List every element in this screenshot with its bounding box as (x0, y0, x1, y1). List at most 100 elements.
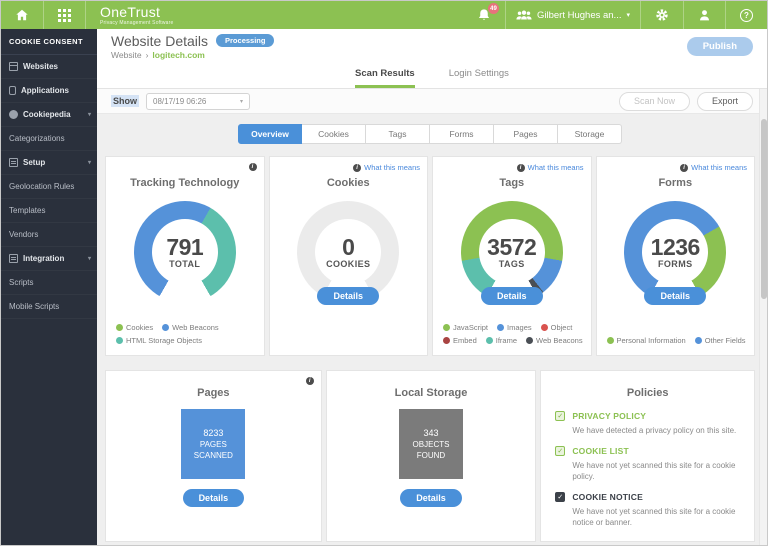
chevron-down-icon: ▾ (626, 11, 630, 19)
legend-dot (443, 337, 450, 344)
sidebar-item-geolocation-rules[interactable]: Geolocation Rules (1, 175, 97, 199)
card-title: Forms (597, 177, 755, 189)
sidebar-item-templates[interactable]: Templates (1, 199, 97, 223)
sidebar-header: COOKIE CONSENT (1, 29, 97, 55)
sidebar-item-websites[interactable]: Websites (1, 55, 97, 79)
policy-label[interactable]: PRIVACY POLICY (572, 411, 646, 421)
sidebar-item-vendors[interactable]: Vendors (1, 223, 97, 247)
sidebar-item-scripts[interactable]: Scripts (1, 271, 97, 295)
user-menu[interactable]: Gilbert Hughes an... ▾ (506, 1, 640, 29)
card-title: Pages (106, 387, 321, 399)
tracking-gauge: 791 TOTAL (134, 201, 236, 303)
page-header: Website Details Processing Website › log… (97, 29, 767, 63)
pages-details-button[interactable]: Details (183, 489, 245, 507)
cookies-details-button[interactable]: Details (317, 287, 379, 305)
legend-item: Images (497, 323, 532, 332)
scan-now-button[interactable]: Scan Now (619, 92, 690, 111)
tab-scan-results[interactable]: Scan Results (355, 63, 415, 88)
info-icon: i (517, 164, 525, 172)
cookies-unit: COOKIES (326, 259, 370, 269)
sidebar-item-mobile-scripts[interactable]: Mobile Scripts (1, 295, 97, 319)
legend-dot (486, 337, 493, 344)
app-grid-button[interactable] (44, 1, 85, 29)
vertical-scrollbar[interactable] (759, 89, 767, 545)
card-policies: Policies ✓PRIVACY POLICYWe have detected… (540, 370, 755, 542)
grid-icon (58, 9, 71, 22)
legend-dot (695, 337, 702, 344)
tags-details-button[interactable]: Details (481, 287, 543, 305)
card-title: Tags (433, 177, 591, 189)
brand-logo[interactable]: OneTrust Privacy Management Software (86, 1, 184, 29)
objects-count: 343 (423, 428, 438, 439)
legend-label: Object (551, 323, 573, 332)
breadcrumb-separator: › (146, 50, 149, 60)
sidebar-item-setup[interactable]: Setup ▾ (1, 151, 97, 175)
websites-icon (9, 62, 18, 71)
legend-label: HTML Storage Objects (126, 336, 202, 345)
forms-unit: FORMS (658, 259, 693, 269)
top-bar: OneTrust Privacy Management Software 49 … (1, 1, 767, 29)
policy-description: We have detected a privacy policy on thi… (572, 425, 740, 437)
help-button[interactable]: ? (726, 1, 767, 29)
scrollbar-thumb[interactable] (761, 119, 767, 299)
sidebar-item-label: Scripts (9, 278, 33, 287)
settings-button[interactable] (641, 1, 683, 29)
legend-label: Other Fields (705, 336, 746, 345)
subtab-cookies[interactable]: Cookies (302, 124, 366, 144)
subtab-overview[interactable]: Overview (238, 124, 302, 144)
breadcrumb-parent[interactable]: Website (111, 50, 142, 60)
forms-details-button[interactable]: Details (644, 287, 706, 305)
info-icon[interactable]: i (249, 163, 257, 171)
sidebar-item-label: Setup (23, 158, 45, 167)
notifications-button[interactable]: 49 (463, 1, 505, 29)
card-tags: i What this means Tags 3572 TAGS Details… (432, 156, 592, 356)
legend-label: Images (507, 323, 532, 332)
scan-date-select[interactable]: 08/17/19 06:26 ▾ (146, 93, 250, 110)
app-window: OneTrust Privacy Management Software 49 … (0, 0, 768, 546)
legend-label: JavaScript (453, 323, 488, 332)
what-this-means-link[interactable]: i What this means (353, 163, 420, 172)
legend-label: Embed (453, 336, 477, 345)
sidebar-item-applications[interactable]: Applications (1, 79, 97, 103)
page-title: Website Details (111, 33, 208, 49)
info-icon: i (353, 164, 361, 172)
tracking-total-value: 791 (166, 235, 203, 259)
export-button[interactable]: Export (697, 92, 753, 111)
legend-dot (497, 324, 504, 331)
what-this-means-link[interactable]: i What this means (517, 163, 584, 172)
breadcrumb-current: logitech.com (152, 50, 204, 60)
profile-button[interactable] (684, 1, 725, 29)
sidebar-item-integration[interactable]: Integration▾ (1, 247, 97, 271)
legend-label: Web Beacons (536, 336, 583, 345)
sidebar-item-categorizations[interactable]: Categorizations (1, 127, 97, 151)
sidebar-item-label: Cookiepedia (23, 110, 71, 119)
tab-login-settings[interactable]: Login Settings (449, 63, 509, 88)
legend-item: Object (541, 323, 573, 332)
publish-button[interactable]: Publish (687, 37, 753, 56)
subtab-storage[interactable]: Storage (558, 124, 622, 144)
person-icon (698, 9, 711, 22)
subtab-tags[interactable]: Tags (366, 124, 430, 144)
legend-dot (541, 324, 548, 331)
integration-icon (9, 254, 18, 263)
local-storage-details-button[interactable]: Details (400, 489, 462, 507)
sidebar-item-cookiepedia[interactable]: Cookiepedia▾ (1, 103, 97, 127)
sidebar-item-label: Vendors (9, 230, 38, 239)
policy-item: ✓COOKIE LISTWe have not yet scanned this… (555, 446, 740, 483)
chevron-down-icon: ▾ (88, 159, 91, 166)
user-name: Gilbert Hughes an... (537, 10, 622, 21)
home-button[interactable] (1, 1, 43, 29)
card-title: Policies (541, 387, 754, 399)
what-this-means-link[interactable]: i What this means (680, 163, 747, 172)
subtab-forms[interactable]: Forms (430, 124, 494, 144)
tags-legend: JavaScriptImagesObjectEmbedIframeWeb Bea… (443, 323, 585, 345)
gear-icon (655, 8, 669, 22)
subtab-pages[interactable]: Pages (494, 124, 558, 144)
chevron-down-icon: ▾ (88, 255, 91, 262)
info-icon[interactable]: i (306, 377, 314, 385)
policy-label[interactable]: COOKIE NOTICE (572, 492, 643, 502)
legend-label: Personal Information (617, 336, 686, 345)
policy-label[interactable]: COOKIE LIST (572, 446, 629, 456)
cookiepedia-icon (9, 110, 18, 119)
sidebar-item-label: Categorizations (9, 134, 65, 143)
